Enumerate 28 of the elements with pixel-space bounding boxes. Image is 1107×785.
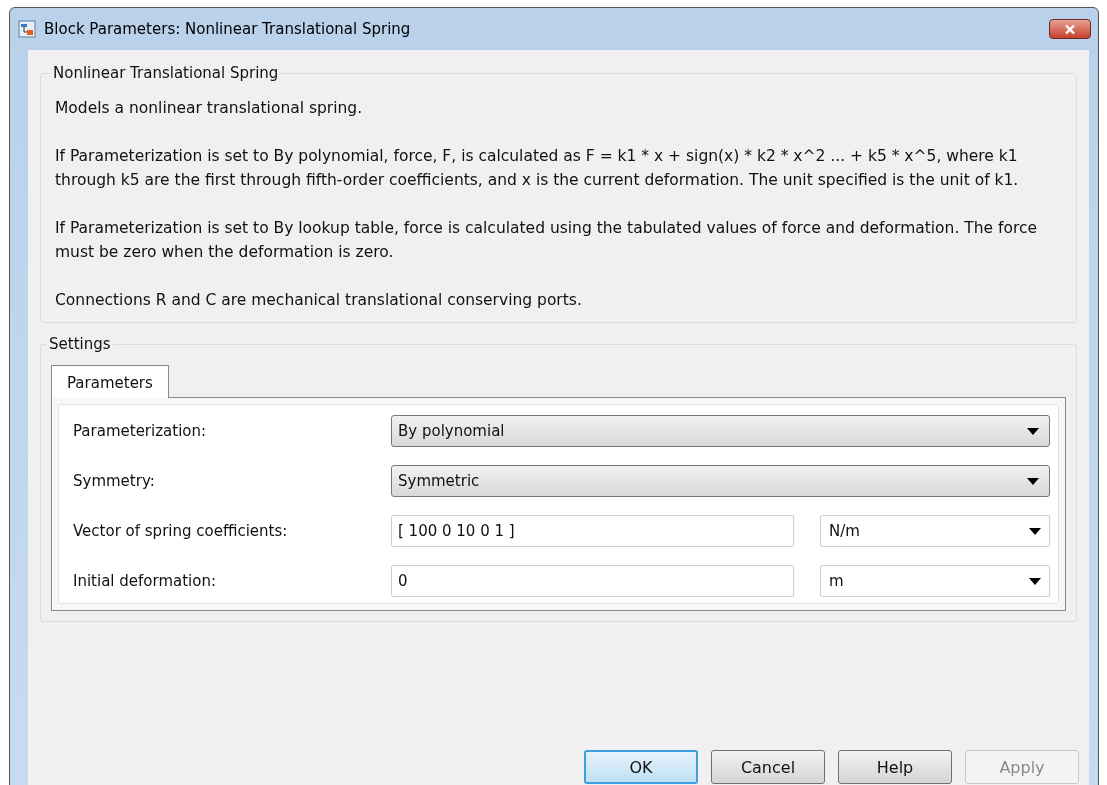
unit-dropdown[interactable]: N/m	[820, 515, 1050, 547]
dialog-button[interactable]: Help	[838, 750, 952, 784]
close-button[interactable]	[1049, 19, 1091, 39]
window-title: Block Parameters: Nonlinear Translational Spring	[44, 20, 412, 38]
input-field[interactable]: 0	[391, 565, 794, 597]
tab[interactable]: Parameters	[51, 365, 169, 398]
dropdown-caret-icon	[1029, 527, 1041, 535]
description-text: If Parameterization is set to By lookup table, force is calculated using the tabulated values of force and deformation. The force must be zero when the deformation is zero.	[55, 218, 1039, 263]
description-text: Models a nonlinear translational spring.	[55, 98, 364, 119]
dialog-button[interactable]: Cancel	[711, 750, 825, 784]
dropdown[interactable]: Symmetric	[391, 465, 1050, 497]
dialog-button[interactable]: OK	[584, 750, 698, 784]
description-text: If Parameterization is set to By polynomial, force, F, is calculated as F = k1 * x + sign(x) * k2 * x^2 ... + k5 * x^5, where k1 through k5 are the first through fifth-order coefficients, and x is the current deformation. The unit specified is the unit of k1.	[55, 146, 1020, 191]
unit-dropdown[interactable]: m	[820, 565, 1050, 597]
input-field[interactable]: [ 100 0 10 0 1 ]	[391, 515, 794, 547]
dropdown-caret-icon	[1027, 477, 1039, 485]
close-icon	[1064, 23, 1076, 35]
group-title: Nonlinear Translational Spring	[52, 64, 280, 82]
field-label: Symmetry:	[73, 472, 156, 490]
dropdown-caret-icon	[1027, 427, 1039, 435]
field-label: Initial deformation:	[73, 572, 217, 590]
group-title: Settings	[48, 335, 112, 353]
dropdown-caret-icon	[1029, 577, 1041, 585]
field-label: Parameterization:	[73, 422, 208, 440]
dropdown[interactable]: By polynomial	[391, 415, 1050, 447]
block-diagram-icon	[18, 20, 36, 38]
description-text: Connections R and C are mechanical translational conserving ports.	[55, 290, 583, 311]
field-label: Vector of spring coefficients:	[73, 522, 289, 540]
